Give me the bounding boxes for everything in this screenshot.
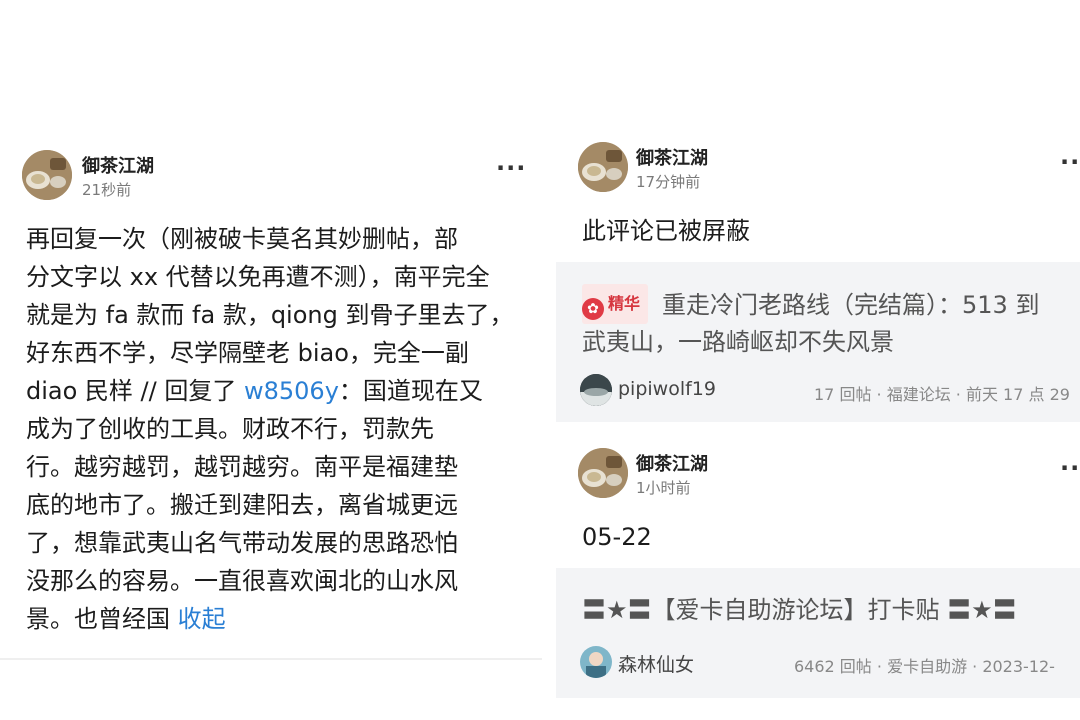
comment-body: 05-22 bbox=[582, 523, 652, 551]
featured-label: 精华 bbox=[608, 294, 641, 313]
linked-post-card[interactable]: 〓★〓【爱卡自助游论坛】打卡贴 〓★〓 森林仙女 6462 回帖 · 爱卡自助游… bbox=[556, 568, 1080, 698]
comment-line: 底的地市了。搬迁到建阳去，离省城更远 bbox=[26, 491, 458, 519]
comment-line: 了，想靠武夷山名气带动发展的思路恐怕 bbox=[26, 529, 458, 557]
comment-line: 就是为 fa 款而 fa 款，qiong 到骨子里去了， bbox=[26, 301, 514, 329]
post-title[interactable]: 〓★〓【爱卡自助游论坛】打卡贴 〓★〓 bbox=[582, 592, 1080, 628]
username[interactable]: 御茶江湖 bbox=[636, 450, 708, 476]
collapse-link[interactable]: 收起 bbox=[178, 605, 226, 633]
more-options-icon[interactable]: ·· bbox=[1060, 150, 1080, 174]
user-avatar[interactable] bbox=[22, 150, 72, 200]
post-title-line: 武夷山，一路崎岖却不失风景 bbox=[582, 328, 894, 356]
username[interactable]: 御茶江湖 bbox=[82, 152, 154, 178]
user-avatar[interactable] bbox=[578, 448, 628, 498]
comment-line-text: ：国道现在又 bbox=[338, 377, 483, 405]
comment-body: 此评论已被屏蔽 bbox=[582, 217, 750, 245]
author-avatar[interactable] bbox=[580, 646, 612, 678]
post-meta: 6462 回帖 · 爱卡自助游 · 2023-12- bbox=[794, 657, 1055, 676]
comment-line: 行。越穷越罚，越罚越穷。南平是福建垫 bbox=[26, 453, 458, 481]
post-title[interactable]: ✿ 精华 重走冷门老路线（完结篇）：513 到 武夷山，一路崎岖却不失风景 bbox=[582, 284, 1080, 360]
post-time: 17分钟前 bbox=[636, 173, 701, 191]
post-meta: 17 回帖 · 福建论坛 · 前天 17 点 29 bbox=[814, 385, 1070, 404]
comment-line: 成为了创收的工具。财政不行，罚款先 bbox=[26, 415, 434, 443]
comment-line: 分文字以 xx 代替以免再遭不测），南平完全 bbox=[26, 263, 490, 291]
author-name[interactable]: 森林仙女 bbox=[618, 650, 694, 677]
more-options-icon[interactable]: ··· bbox=[496, 156, 526, 180]
reply-user-link[interactable]: w8506y bbox=[244, 377, 339, 405]
post-title-text: 重走冷门老路线（完结篇）：513 到 bbox=[662, 291, 1040, 319]
linked-post-card[interactable]: ✿ 精华 重走冷门老路线（完结篇）：513 到 武夷山，一路崎岖却不失风景 pipi… bbox=[556, 262, 1080, 422]
divider bbox=[0, 658, 542, 660]
featured-icon: ✿ bbox=[582, 298, 604, 320]
right-comment-panel: 御茶江湖 17分钟前 ·· 此评论已被屏蔽 ✿ 精华 重走冷门老路线（完结篇）：51… bbox=[556, 138, 1080, 698]
post-time: 21秒前 bbox=[82, 181, 132, 199]
comment-line: 再回复一次（刚被破卡莫名其妙删帖，部 bbox=[26, 225, 458, 253]
comment-line: diao 民样 // 回复了 w8506y：国道现在又 bbox=[26, 372, 542, 410]
post-title-line: ✿ 精华 重走冷门老路线（完结篇）：513 到 bbox=[582, 284, 1080, 324]
comment-line-text: 景。也曾经国 bbox=[26, 605, 178, 633]
featured-tag: ✿ 精华 bbox=[582, 284, 649, 324]
left-comment-panel: 御茶江湖 21秒前 ··· 再回复一次（刚被破卡莫名其妙删帖，部 分文字以 xx… bbox=[0, 140, 542, 662]
comment-line: 没那么的容易。一直很喜欢闽北的山水风 bbox=[26, 567, 458, 595]
username[interactable]: 御茶江湖 bbox=[636, 144, 708, 170]
comment-line: 好东西不学，尽学隔壁老 biao，完全一副 bbox=[26, 339, 469, 367]
user-avatar[interactable] bbox=[578, 142, 628, 192]
comment-line-text: diao 民样 // 回复了 bbox=[26, 377, 244, 405]
author-name[interactable]: pipiwolf19 bbox=[618, 378, 716, 400]
comment-line: 景。也曾经国 收起 bbox=[26, 600, 542, 638]
comment-body: 再回复一次（刚被破卡莫名其妙删帖，部 分文字以 xx 代替以免再遭不测），南平完… bbox=[26, 220, 542, 638]
author-avatar[interactable] bbox=[580, 374, 612, 406]
post-time: 1小时前 bbox=[636, 479, 691, 497]
more-options-icon[interactable]: ·· bbox=[1060, 456, 1080, 480]
